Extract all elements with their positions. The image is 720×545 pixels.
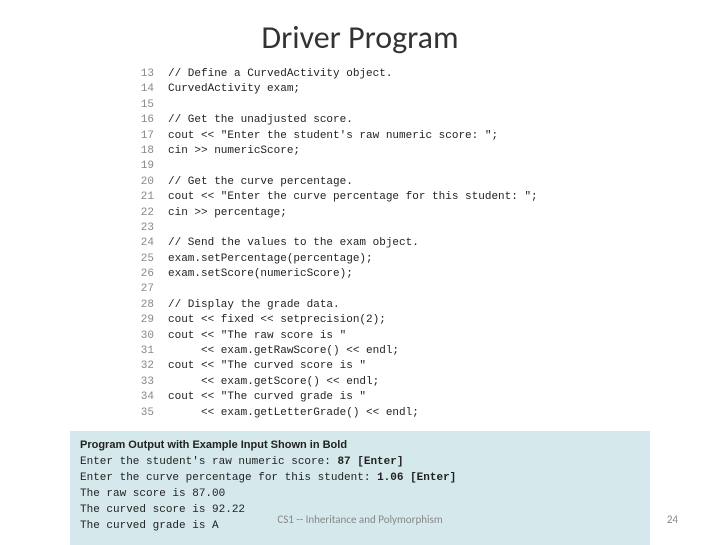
line-number: 31 <box>140 344 168 359</box>
code-line: 15 <box>140 98 720 113</box>
page-number: 24 <box>667 513 678 526</box>
slide-title: Driver Program <box>0 0 720 67</box>
line-code: cout << "Enter the student's raw numeric… <box>168 129 498 144</box>
line-code: // Send the values to the exam object. <box>168 236 419 251</box>
code-block: 13// Define a CurvedActivity object.14Cu… <box>140 67 720 421</box>
line-number: 27 <box>140 282 168 297</box>
line-number: 33 <box>140 375 168 390</box>
footer-text: CS1 -- Inheritance and Polymorphism <box>0 513 720 526</box>
line-number: 28 <box>140 298 168 313</box>
line-number: 35 <box>140 406 168 421</box>
code-line: 30cout << "The raw score is " <box>140 329 720 344</box>
line-number: 24 <box>140 236 168 251</box>
line-number: 25 <box>140 252 168 267</box>
line-code: cin >> percentage; <box>168 206 287 221</box>
code-line: 34cout << "The curved grade is " <box>140 390 720 405</box>
output-input: 87 [Enter] <box>337 456 403 468</box>
line-code: cout << fixed << setprecision(2); <box>168 313 386 328</box>
line-code: cout << "The raw score is " <box>168 329 346 344</box>
code-line: 35 << exam.getLetterGrade() << endl; <box>140 406 720 421</box>
line-code: // Get the unadjusted score. <box>168 113 353 128</box>
code-line: 31 << exam.getRawScore() << endl; <box>140 344 720 359</box>
line-code: cout << "The curved grade is " <box>168 390 366 405</box>
line-code: // Display the grade data. <box>168 298 340 313</box>
line-number: 14 <box>140 82 168 97</box>
line-number: 34 <box>140 390 168 405</box>
line-number: 16 <box>140 113 168 128</box>
code-line: 19 <box>140 159 720 174</box>
code-line: 25exam.setPercentage(percentage); <box>140 252 720 267</box>
line-code: cout << "Enter the curve percentage for … <box>168 190 538 205</box>
code-line: 21cout << "Enter the curve percentage fo… <box>140 190 720 205</box>
line-number: 30 <box>140 329 168 344</box>
line-number: 17 <box>140 129 168 144</box>
output-prompt: Enter the student's raw numeric score: <box>80 456 337 468</box>
output-prompt: Enter the curve percentage for this stud… <box>80 472 377 484</box>
code-line: 13// Define a CurvedActivity object. <box>140 67 720 82</box>
output-input: 1.06 [Enter] <box>377 472 456 484</box>
line-number: 29 <box>140 313 168 328</box>
code-line: 18cin >> numericScore; <box>140 144 720 159</box>
output-heading: Program Output with Example Input Shown … <box>80 439 640 451</box>
line-number: 20 <box>140 175 168 190</box>
line-number: 32 <box>140 359 168 374</box>
code-line: 23 <box>140 221 720 236</box>
line-number: 13 <box>140 67 168 82</box>
code-line: 17cout << "Enter the student's raw numer… <box>140 129 720 144</box>
line-code: << exam.getRawScore() << endl; <box>168 344 399 359</box>
line-code: // Get the curve percentage. <box>168 175 353 190</box>
code-line: 24// Send the values to the exam object. <box>140 236 720 251</box>
code-line: 28// Display the grade data. <box>140 298 720 313</box>
output-line: The raw score is 87.00 <box>80 487 640 503</box>
code-line: 29cout << fixed << setprecision(2); <box>140 313 720 328</box>
line-code: cout << "The curved score is " <box>168 359 366 374</box>
code-line: 14CurvedActivity exam; <box>140 82 720 97</box>
line-number: 21 <box>140 190 168 205</box>
output-prompt: The raw score is 87.00 <box>80 488 225 500</box>
code-line: 32cout << "The curved score is " <box>140 359 720 374</box>
line-code: exam.setScore(numericScore); <box>168 267 353 282</box>
code-line: 27 <box>140 282 720 297</box>
line-number: 23 <box>140 221 168 236</box>
output-line: Enter the curve percentage for this stud… <box>80 471 640 487</box>
line-code: exam.setPercentage(percentage); <box>168 252 373 267</box>
line-code: << exam.getScore() << endl; <box>168 375 379 390</box>
line-code: << exam.getLetterGrade() << endl; <box>168 406 419 421</box>
line-number: 19 <box>140 159 168 174</box>
line-code: CurvedActivity exam; <box>168 82 300 97</box>
output-line: Enter the student's raw numeric score: 8… <box>80 455 640 471</box>
line-code: // Define a CurvedActivity object. <box>168 67 392 82</box>
code-line: 20// Get the curve percentage. <box>140 175 720 190</box>
code-line: 22cin >> percentage; <box>140 206 720 221</box>
line-number: 22 <box>140 206 168 221</box>
output-box: Program Output with Example Input Shown … <box>70 431 650 545</box>
code-line: 26exam.setScore(numericScore); <box>140 267 720 282</box>
line-code: cin >> numericScore; <box>168 144 300 159</box>
line-number: 15 <box>140 98 168 113</box>
code-line: 16// Get the unadjusted score. <box>140 113 720 128</box>
line-number: 26 <box>140 267 168 282</box>
code-line: 33 << exam.getScore() << endl; <box>140 375 720 390</box>
line-number: 18 <box>140 144 168 159</box>
